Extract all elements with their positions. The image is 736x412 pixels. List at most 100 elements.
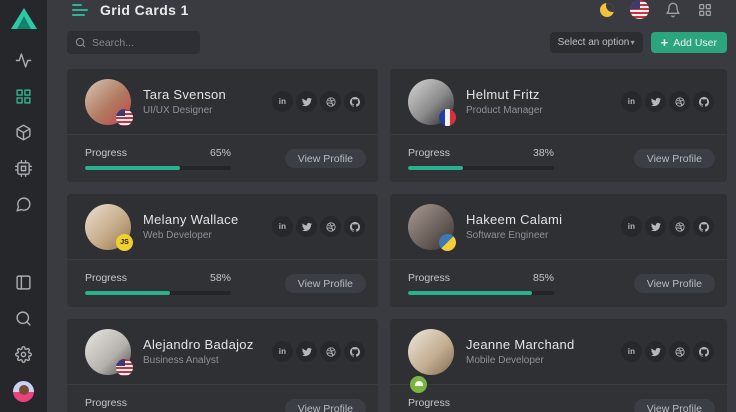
language-selector[interactable] [630, 0, 649, 19]
sidebar-item-chat[interactable] [6, 186, 42, 222]
user-card-footer: Progress 65% View Profile [67, 134, 378, 182]
page-title: Grid Cards 1 [100, 2, 189, 18]
social-links: in [621, 216, 714, 237]
user-card-body: JS Melany Wallace Web Developer in [67, 194, 378, 259]
linkedin-icon[interactable]: in [621, 341, 642, 362]
sidebar-item-system[interactable] [6, 150, 42, 186]
twitter-icon[interactable] [645, 341, 666, 362]
dribbble-icon[interactable] [320, 216, 341, 237]
dribbble-icon[interactable] [320, 341, 341, 362]
dribbble-icon[interactable] [669, 216, 690, 237]
user-card-body: Jeanne Marchand Mobile Developer in [390, 319, 727, 384]
sidebar-item-settings[interactable] [6, 336, 42, 372]
dribbble-icon[interactable] [320, 91, 341, 112]
github-icon[interactable] [344, 216, 365, 237]
sidebar-item-layout[interactable] [6, 264, 42, 300]
github-icon[interactable] [344, 91, 365, 112]
progress-track [85, 166, 231, 170]
github-icon[interactable] [693, 91, 714, 112]
progress-percent: 58% [210, 272, 231, 284]
skill-flag-badge [439, 234, 456, 251]
search-input[interactable] [92, 37, 192, 49]
user-role: UI/UX Designer [143, 105, 226, 116]
user-identity: Melany Wallace Web Developer [143, 212, 238, 241]
filter-select-value: Select an option [558, 37, 630, 48]
box-icon [15, 124, 32, 141]
apps-menu-button[interactable] [697, 2, 713, 18]
linkedin-icon[interactable]: in [621, 216, 642, 237]
github-icon[interactable] [693, 341, 714, 362]
sidebar-item-activity[interactable] [6, 42, 42, 78]
sidebar-item-search[interactable] [6, 300, 42, 336]
linkedin-icon[interactable]: in [272, 216, 293, 237]
progress-block: Progress [408, 397, 554, 412]
filter-select[interactable]: Select an option ▾ [550, 32, 643, 53]
view-profile-button[interactable]: View Profile [285, 274, 366, 293]
sidebar-bottom-group [6, 264, 42, 402]
twitter-icon[interactable] [296, 341, 317, 362]
sidebar-item-components[interactable] [6, 114, 42, 150]
progress-fill [85, 166, 180, 170]
avatar [408, 204, 454, 250]
social-links: in [621, 91, 714, 112]
progress-block: Progress 58% [85, 272, 231, 295]
view-profile-button[interactable]: View Profile [285, 149, 366, 168]
github-icon[interactable] [344, 341, 365, 362]
sidebar-item-grid-cards[interactable] [6, 78, 42, 114]
twitter-icon[interactable] [296, 216, 317, 237]
current-user-avatar[interactable] [13, 381, 34, 402]
progress-percent: 65% [210, 147, 231, 159]
user-card: Tara Svenson UI/UX Designer in Progress [67, 69, 378, 182]
user-card-footer: Progress 85% View Profile [390, 259, 727, 307]
progress-block: Progress 38% [408, 147, 554, 170]
progress-track [408, 166, 554, 170]
topbar-icons [600, 0, 713, 19]
cards-grid: Tara Svenson UI/UX Designer in Progress [67, 69, 727, 412]
grid-icon [15, 88, 32, 105]
user-identity: Alejandro Badajoz Business Analyst [143, 337, 254, 366]
twitter-icon[interactable] [645, 216, 666, 237]
user-card: Alejandro Badajoz Business Analyst in Pr [67, 319, 378, 412]
progress-label: Progress [85, 397, 127, 409]
avatar: JS [85, 204, 131, 250]
user-role: Mobile Developer [466, 355, 575, 366]
twitter-icon[interactable] [645, 91, 666, 112]
app-logo[interactable] [11, 8, 37, 29]
avatar-photo [408, 329, 454, 375]
settings-gear-icon [15, 346, 32, 363]
grid-apps-icon [697, 2, 713, 18]
progress-label: Progress [408, 147, 450, 159]
avatar [408, 329, 454, 375]
sidebar [0, 0, 47, 412]
search-icon [75, 37, 86, 48]
linkedin-icon[interactable]: in [272, 91, 293, 112]
notifications-button[interactable] [665, 2, 681, 18]
view-profile-button[interactable]: View Profile [634, 274, 715, 293]
avatar [85, 329, 131, 375]
search-box [67, 31, 200, 54]
twitter-icon[interactable] [296, 91, 317, 112]
add-user-label: Add User [673, 37, 717, 49]
logo-triangle-inner [17, 16, 31, 29]
linkedin-icon[interactable]: in [621, 91, 642, 112]
github-icon[interactable] [693, 216, 714, 237]
user-name: Melany Wallace [143, 212, 238, 227]
view-profile-button[interactable]: View Profile [285, 399, 366, 412]
add-user-button[interactable]: + Add User [651, 32, 727, 53]
us-flag-icon [630, 0, 649, 19]
progress-fill [408, 291, 532, 295]
menu-toggle-icon[interactable] [72, 4, 88, 16]
view-profile-button[interactable]: View Profile [634, 149, 715, 168]
user-card-footer: Progress 38% View Profile [390, 134, 727, 182]
bell-icon [665, 2, 681, 18]
linkedin-icon[interactable]: in [272, 341, 293, 362]
topbar: Grid Cards 1 [67, 0, 727, 19]
avatar [85, 79, 131, 125]
progress-label: Progress [85, 147, 127, 159]
view-profile-button[interactable]: View Profile [634, 399, 715, 412]
skill-flag-badge: JS [116, 234, 133, 251]
toolbar: Select an option ▾ + Add User [67, 31, 727, 54]
dribbble-icon[interactable] [669, 91, 690, 112]
dribbble-icon[interactable] [669, 341, 690, 362]
dark-mode-toggle[interactable] [600, 3, 614, 17]
